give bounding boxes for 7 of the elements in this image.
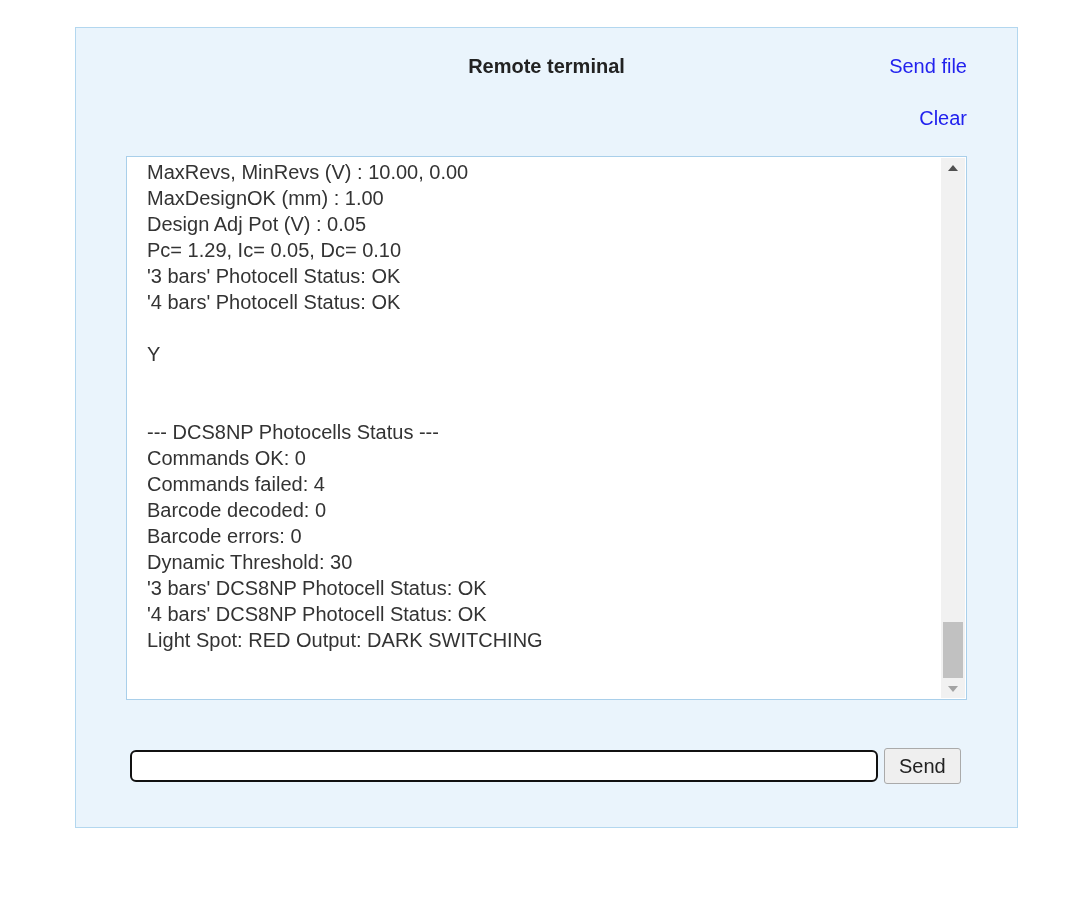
command-input-field[interactable] [130,750,878,782]
link[interactable]: Send file [889,54,967,78]
scrollbar[interactable] [941,158,965,698]
terminal-output-text: MaxRevs, MinRevs (V) : 10.00, 0.00 MaxDesignOK (mm) : 1.00 Design Adj Pot (V) : 0.05 Pc= 1.29, Ic= 0.05, Dc= 0.10 '3 bars' Photocell Status: OK '4 bars' Photocell Status: OK Y --- DCS8NP Photocells Status --- Commands OK: 0 Commands failed: 4 Barcode decoded: 0 Barcode errors: 0 Dynamic Threshold: 30 '3 bars' DCS8NP Photocell Status: OK '4 bars' DCS8NP Photocell Status: OK Light Spot: RED Output: DARK SWITCHING [146,160,544,653]
send-button[interactable]: Send [884,748,961,784]
link[interactable]: Clear [919,106,967,130]
panel-title: Remote terminal [468,54,625,78]
